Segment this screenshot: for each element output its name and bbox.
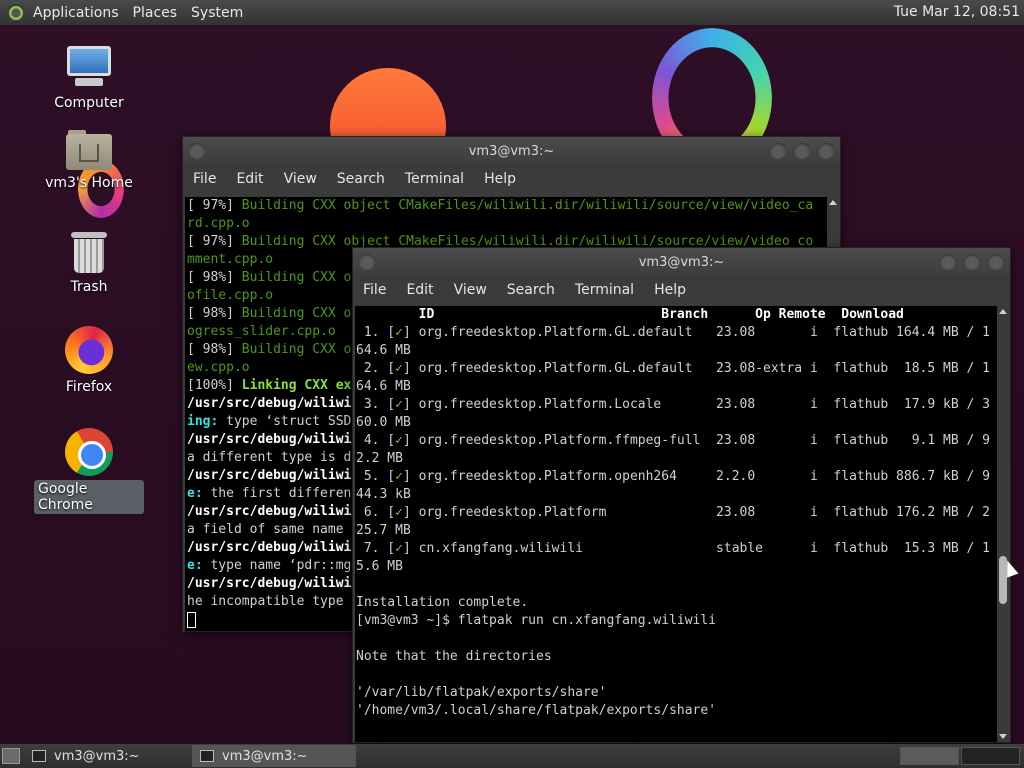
desktop-icon-firefox[interactable]: Firefox <box>34 326 144 396</box>
terminal-line: 2. [✓] org.freedesktop.Platform.GL.defau… <box>356 361 990 376</box>
terminal-line: 60.0 MB <box>356 415 411 430</box>
close-button[interactable] <box>818 143 834 159</box>
window-menu-button[interactable] <box>189 143 205 159</box>
window-title: vm3@vm3:~ <box>468 143 555 159</box>
home-folder-icon <box>66 130 112 170</box>
terminal-line: '/var/lib/flatpak/exports/share' <box>356 685 607 700</box>
scroll-down-arrow-icon[interactable] <box>999 734 1007 739</box>
terminal-line: 6. [✓] org.freedesktop.Platform 23.08 i … <box>356 505 990 520</box>
terminal-cursor <box>187 611 196 628</box>
menu-places[interactable]: Places <box>133 5 178 21</box>
menu-applications[interactable]: Applications <box>33 5 119 21</box>
panel-clock[interactable]: Tue Mar 12, 08:51 <box>894 4 1020 20</box>
terminal-line: 5.6 MB <box>356 559 403 574</box>
terminal-line: 1. [✓] org.freedesktop.Platform.GL.defau… <box>356 325 990 340</box>
trash-icon <box>71 230 107 274</box>
taskbar-item-terminal-2[interactable]: vm3@vm3:~ <box>192 745 356 767</box>
chrome-icon <box>65 428 113 476</box>
minimize-button[interactable] <box>940 254 956 270</box>
terminal-line: 25.7 MB <box>356 523 411 538</box>
menu-system[interactable]: System <box>191 5 243 21</box>
desktop-icon-label: Google Chrome <box>34 480 144 514</box>
menu-view[interactable]: View <box>454 282 487 298</box>
menu-terminal[interactable]: Terminal <box>575 282 634 298</box>
terminal-line: 2.2 MB <box>356 451 403 466</box>
menu-view[interactable]: View <box>284 171 317 187</box>
menu-terminal[interactable]: Terminal <box>405 171 464 187</box>
terminal-line: Note that the directories <box>356 649 552 664</box>
distro-logo-icon[interactable] <box>7 3 25 22</box>
window-menu-button[interactable] <box>359 254 375 270</box>
maximize-button[interactable] <box>794 143 810 159</box>
terminal-line: 5. [✓] org.freedesktop.Platform.openh264… <box>356 469 990 484</box>
terminal-menubar: File Edit View Search Terminal Help <box>183 165 840 193</box>
menu-help[interactable]: Help <box>654 282 686 298</box>
menu-edit[interactable]: Edit <box>236 171 263 187</box>
firefox-icon <box>65 326 113 374</box>
terminal-line: 44.3 kB <box>356 487 411 502</box>
desktop-icon-label: Firefox <box>65 379 113 395</box>
terminal-line: ID Branch Op Remote Download <box>356 307 904 322</box>
desktop-icon-trash[interactable]: Trash <box>34 230 144 296</box>
terminal-icon <box>32 750 46 762</box>
menu-search[interactable]: Search <box>507 282 555 298</box>
scroll-up-arrow-icon[interactable] <box>829 200 837 205</box>
terminal-line: 64.6 MB <box>356 379 411 394</box>
workspace-switcher[interactable] <box>900 747 1020 765</box>
window-titlebar[interactable]: vm3@vm3:~ <box>183 137 840 165</box>
menu-file[interactable]: File <box>363 282 386 298</box>
desktop-icon-chrome[interactable]: Google Chrome <box>34 428 144 514</box>
bottom-panel: vm3@vm3:~ vm3@vm3:~ <box>0 744 1024 768</box>
desktop-icon-label: Computer <box>54 95 124 111</box>
terminal-output[interactable]: ID Branch Op Remote Download 1. [✓] org.… <box>355 306 997 742</box>
desktop-icon-home[interactable]: vm3's Home <box>34 130 144 192</box>
close-button[interactable] <box>988 254 1004 270</box>
taskbar-item-terminal-1[interactable]: vm3@vm3:~ <box>24 745 188 767</box>
terminal-line: rd.cpp.o <box>187 216 250 231</box>
window-title: vm3@vm3:~ <box>638 254 725 270</box>
menu-help[interactable]: Help <box>484 171 516 187</box>
workspace-2[interactable] <box>961 747 1020 765</box>
taskbar-item-label: vm3@vm3:~ <box>54 748 140 764</box>
maximize-button[interactable] <box>964 254 980 270</box>
desktop-icon-label: vm3's Home <box>45 175 133 191</box>
terminal-line: 4. [✓] org.freedesktop.Platform.ffmpeg-f… <box>356 433 990 448</box>
top-panel: Applications Places System Tue Mar 12, 0… <box>0 0 1024 25</box>
terminal-line: 7. [✓] cn.xfangfang.wiliwili stable i fl… <box>356 541 990 556</box>
terminal-line: '/home/vm3/.local/share/flatpak/exports/… <box>356 703 717 718</box>
menu-file[interactable]: File <box>193 171 216 187</box>
minimize-button[interactable] <box>770 143 786 159</box>
terminal-line: 3. [✓] org.freedesktop.Platform.Locale 2… <box>356 397 990 412</box>
scroll-up-arrow-icon[interactable] <box>999 309 1007 314</box>
terminal-window-front[interactable]: vm3@vm3:~ File Edit View Search Terminal… <box>352 247 1011 743</box>
window-titlebar[interactable]: vm3@vm3:~ <box>353 248 1010 276</box>
workspace-1[interactable] <box>900 747 959 765</box>
computer-icon <box>65 46 113 90</box>
terminal-line: [vm3@vm3 ~]$ flatpak run cn.xfangfang.wi… <box>356 613 717 628</box>
show-desktop-icon[interactable] <box>2 748 20 764</box>
menu-search[interactable]: Search <box>337 171 385 187</box>
terminal-scrollbar[interactable] <box>997 306 1009 742</box>
terminal-line: Installation complete. <box>356 595 529 610</box>
terminal-menubar: File Edit View Search Terminal Help <box>353 276 1010 304</box>
terminal-icon <box>200 750 214 762</box>
terminal-line: 64.6 MB <box>356 343 411 358</box>
menu-edit[interactable]: Edit <box>406 282 433 298</box>
taskbar-item-label: vm3@vm3:~ <box>222 748 308 764</box>
desktop-icon-label: Trash <box>70 279 108 295</box>
desktop-icon-computer[interactable]: Computer <box>34 46 144 112</box>
terminal-line: [ 97%] Building CXX object CMakeFiles/wi… <box>187 198 814 213</box>
